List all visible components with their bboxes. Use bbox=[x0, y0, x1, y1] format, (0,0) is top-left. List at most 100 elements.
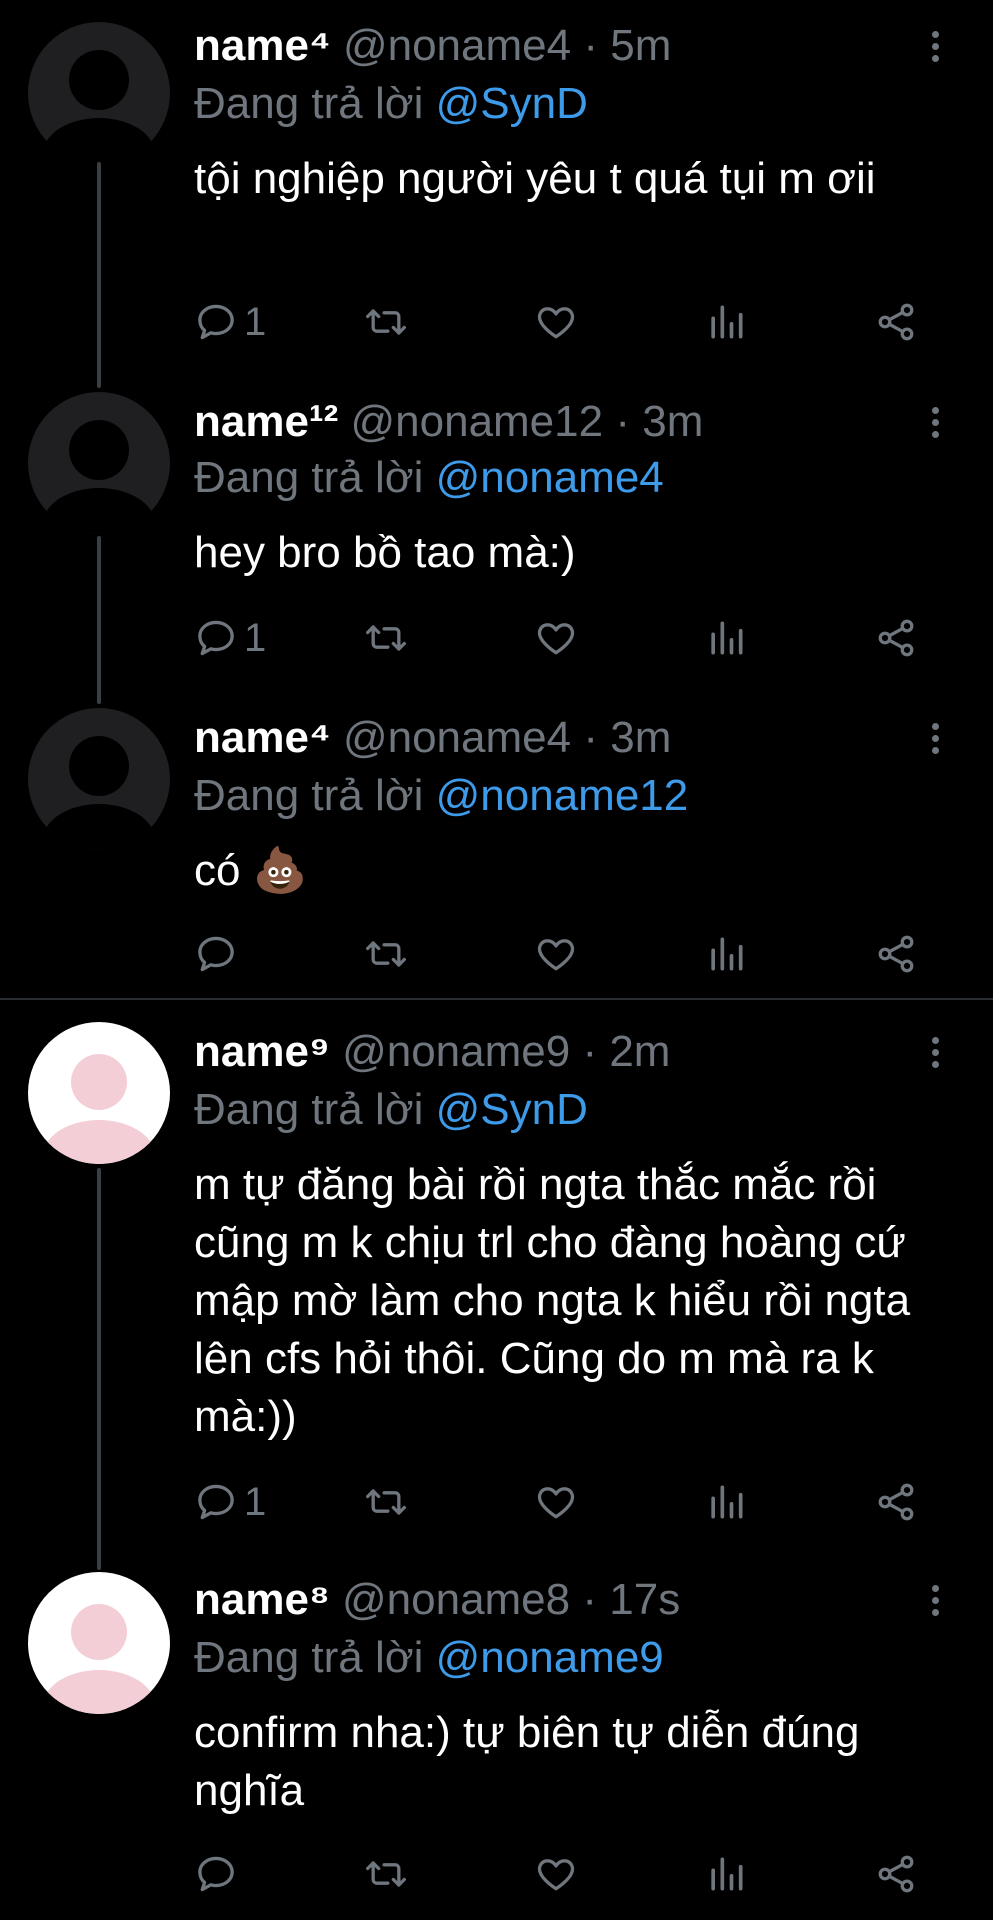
replying-to: Đang trả lời @SynD bbox=[194, 1084, 588, 1136]
retweet-button[interactable] bbox=[364, 932, 408, 976]
replying-to: Đang trả lời @noname12 bbox=[194, 770, 688, 822]
reply-count: 1 bbox=[244, 615, 267, 660]
timestamp[interactable]: 2m bbox=[609, 1027, 670, 1076]
mention-link[interactable]: @noname12 bbox=[436, 771, 689, 820]
more-options-button[interactable] bbox=[925, 28, 945, 68]
speech-bubble-icon bbox=[198, 1484, 234, 1520]
tweet-header: name⁴ @noname4 · 3m bbox=[194, 712, 671, 764]
action-bar: 1 bbox=[194, 616, 934, 660]
user-handle[interactable]: @noname4 bbox=[343, 21, 571, 70]
thread-line bbox=[97, 1168, 101, 1570]
retweet-button[interactable] bbox=[364, 1852, 408, 1896]
share-icon bbox=[878, 1855, 914, 1893]
more-options-button[interactable] bbox=[925, 1582, 945, 1622]
bar-chart-icon bbox=[711, 621, 743, 655]
separator: · bbox=[570, 1027, 610, 1076]
user-handle[interactable]: @noname9 bbox=[342, 1027, 570, 1076]
bar-chart-icon bbox=[711, 305, 743, 339]
replying-to-label: Đang trả lời bbox=[194, 79, 436, 128]
display-name[interactable]: name⁸ bbox=[194, 1575, 330, 1624]
action-bar: 1 bbox=[194, 1480, 934, 1524]
vertical-dots-icon bbox=[925, 1585, 945, 1616]
avatar[interactable] bbox=[28, 708, 170, 850]
avatar[interactable] bbox=[28, 392, 170, 534]
replying-to-label: Đang trả lời bbox=[194, 453, 436, 502]
timestamp[interactable]: 3m bbox=[610, 713, 671, 762]
user-handle[interactable]: @noname12 bbox=[350, 397, 603, 446]
retweet-icon bbox=[366, 941, 406, 967]
avatar[interactable] bbox=[28, 22, 170, 164]
share-button[interactable] bbox=[874, 300, 918, 344]
more-options-button[interactable] bbox=[925, 1034, 945, 1074]
retweet-button[interactable] bbox=[364, 616, 408, 660]
heart-icon bbox=[537, 623, 575, 655]
replying-to: Đang trả lời @noname9 bbox=[194, 1632, 664, 1684]
separator: · bbox=[571, 21, 611, 70]
action-bar bbox=[194, 932, 934, 976]
speech-bubble-icon bbox=[198, 936, 234, 972]
reply-button[interactable]: 1 bbox=[194, 300, 266, 344]
display-name[interactable]: name¹² bbox=[194, 397, 338, 446]
heart-icon bbox=[537, 939, 575, 971]
share-button[interactable] bbox=[874, 932, 918, 976]
views-button[interactable] bbox=[704, 300, 748, 344]
reply-button[interactable]: 1 bbox=[194, 616, 266, 660]
display-name[interactable]: name⁹ bbox=[194, 1027, 330, 1076]
replying-to: Đang trả lời @noname4 bbox=[194, 452, 664, 504]
like-button[interactable] bbox=[534, 1852, 578, 1896]
reply-button[interactable] bbox=[194, 1852, 244, 1896]
display-name[interactable]: name⁴ bbox=[194, 713, 331, 762]
thread-line bbox=[97, 536, 101, 704]
mention-link[interactable]: @noname9 bbox=[436, 1633, 664, 1682]
tweet-text: tội nghiệp người yêu t quá tụi m ơii bbox=[194, 154, 876, 203]
reply-count: 1 bbox=[244, 1479, 267, 1524]
tweet-header: name⁸ @noname8 · 17s bbox=[194, 1574, 680, 1626]
vertical-dots-icon bbox=[925, 723, 945, 754]
tweet-header: name¹² @noname12 · 3m bbox=[194, 396, 703, 448]
heart-icon bbox=[537, 1859, 575, 1891]
share-button[interactable] bbox=[874, 1852, 918, 1896]
user-handle[interactable]: @noname4 bbox=[343, 713, 571, 762]
timestamp[interactable]: 3m bbox=[642, 397, 703, 446]
tweet-text: có 💩 bbox=[194, 846, 308, 895]
thread-line bbox=[97, 162, 101, 388]
speech-bubble-icon bbox=[198, 620, 234, 656]
user-handle[interactable]: @noname8 bbox=[342, 1575, 570, 1624]
mention-link[interactable]: @SynD bbox=[436, 79, 588, 128]
bar-chart-icon bbox=[711, 1857, 743, 1891]
retweet-icon bbox=[366, 309, 406, 335]
views-button[interactable] bbox=[704, 616, 748, 660]
reply-button[interactable]: 1 bbox=[194, 1480, 266, 1524]
avatar[interactable] bbox=[28, 1022, 170, 1164]
tweet-header: name⁹ @noname9 · 2m bbox=[194, 1026, 670, 1078]
retweet-button[interactable] bbox=[364, 300, 408, 344]
tweet-text: hey bro bồ tao mà:) bbox=[194, 528, 576, 577]
avatar[interactable] bbox=[28, 1572, 170, 1714]
replying-to-label: Đang trả lời bbox=[194, 771, 436, 820]
like-button[interactable] bbox=[534, 1480, 578, 1524]
like-button[interactable] bbox=[534, 932, 578, 976]
speech-bubble-icon bbox=[198, 304, 234, 340]
replying-to-label: Đang trả lời bbox=[194, 1085, 436, 1134]
vertical-dots-icon bbox=[925, 31, 945, 62]
mention-link[interactable]: @noname4 bbox=[436, 453, 664, 502]
reply-button[interactable] bbox=[194, 932, 244, 976]
display-name[interactable]: name⁴ bbox=[194, 21, 331, 70]
more-options-button[interactable] bbox=[925, 720, 945, 760]
views-button[interactable] bbox=[704, 1480, 748, 1524]
like-button[interactable] bbox=[534, 616, 578, 660]
mention-link[interactable]: @SynD bbox=[436, 1085, 588, 1134]
share-icon bbox=[878, 1483, 914, 1521]
share-button[interactable] bbox=[874, 616, 918, 660]
tweet-text: confirm nha:) tự biên tự diễn đúng nghĩa bbox=[194, 1708, 860, 1815]
share-button[interactable] bbox=[874, 1480, 918, 1524]
views-button[interactable] bbox=[704, 932, 748, 976]
timestamp[interactable]: 17s bbox=[609, 1575, 680, 1624]
views-button[interactable] bbox=[704, 1852, 748, 1896]
timestamp[interactable]: 5m bbox=[610, 21, 671, 70]
more-options-button[interactable] bbox=[925, 404, 945, 444]
replying-to: Đang trả lời @SynD bbox=[194, 78, 588, 130]
tweet-text: m tự đăng bài rồi ngta thắc mắc rồi cũng… bbox=[194, 1160, 911, 1441]
like-button[interactable] bbox=[534, 300, 578, 344]
retweet-button[interactable] bbox=[364, 1480, 408, 1524]
